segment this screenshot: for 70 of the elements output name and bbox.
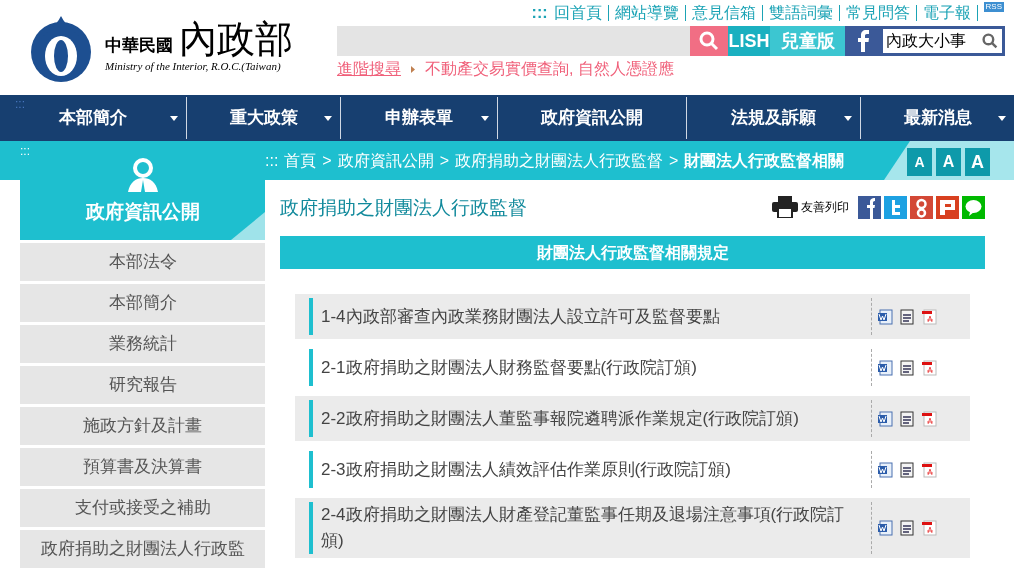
font-size-button[interactable]: A	[907, 148, 932, 176]
text-document-icon[interactable]	[899, 461, 915, 478]
pdf-document-icon[interactable]	[921, 359, 937, 376]
triangle-icon	[411, 65, 415, 73]
breadcrumb-separator: >	[439, 150, 450, 171]
text-document-icon[interactable]	[899, 359, 915, 376]
page-title: 政府捐助之財團法人行政監督	[280, 196, 527, 221]
text-document-icon[interactable]	[899, 308, 915, 325]
search-icon	[699, 31, 719, 51]
word-document-icon[interactable]	[877, 359, 893, 376]
top-link[interactable]: 電子報	[922, 1, 971, 25]
nav-item[interactable]: 法規及訴願	[687, 97, 861, 139]
sidebar-title: 政府資訊公開	[85, 200, 200, 224]
facebook-button[interactable]	[845, 26, 880, 56]
document-link[interactable]: 1-4內政部審查內政業務財團法人設立許可及監督要點	[321, 303, 846, 330]
word-document-icon[interactable]	[877, 308, 893, 325]
sidebar-item[interactable]: 支付或接受之補助	[20, 489, 265, 527]
news-marquee[interactable]: 不動產交易實價查詢, 自然人憑證應	[425, 57, 674, 81]
search-icon	[982, 33, 998, 49]
word-document-icon[interactable]	[877, 461, 893, 478]
font-size-button[interactable]: A	[965, 148, 990, 176]
font-size-button[interactable]: A	[936, 148, 961, 176]
facebook-icon	[856, 30, 869, 52]
sidebar-item[interactable]: 研究報告	[20, 366, 265, 404]
pdf-document-icon[interactable]	[921, 410, 937, 427]
nav-item[interactable]: 最新消息	[861, 97, 1014, 139]
pdf-document-icon[interactable]	[921, 308, 937, 325]
sidebar-item[interactable]: 本部簡介	[20, 284, 265, 322]
logo-subtitle: Ministry of the Interior, R.O.C.(Taiwan)	[105, 59, 282, 75]
section-header: 財團法人行政監督相關規定	[280, 236, 985, 269]
document-link[interactable]: 2-3政府捐助之財團法人績效評估作業原則(行政院訂頒)	[321, 456, 846, 483]
breadcrumb-separator: >	[669, 150, 679, 171]
advanced-search-link[interactable]: 進階搜尋	[337, 57, 401, 81]
menu-marker: :::	[20, 145, 30, 157]
nav-item[interactable]: 政府資訊公開	[498, 97, 687, 139]
twitter-icon[interactable]	[884, 195, 907, 219]
menu-marker: :::	[15, 98, 25, 110]
facebook-icon[interactable]	[858, 195, 881, 219]
nav-item[interactable]: 申辦表單	[341, 97, 498, 139]
print-link[interactable]: 友善列印	[801, 198, 849, 216]
site-search-field[interactable]: 內政大小事	[880, 26, 1005, 56]
printer-icon[interactable]	[772, 196, 798, 218]
word-document-icon[interactable]	[877, 410, 893, 427]
pdf-document-icon[interactable]	[921, 520, 937, 536]
sidebar-item[interactable]: 預算書及決算書	[20, 448, 265, 486]
logo-text: 內政部	[179, 20, 293, 59]
nav-item[interactable]: 重大政策	[187, 97, 341, 139]
rss-badge[interactable]: RSS	[983, 2, 1004, 12]
text-document-icon[interactable]	[899, 520, 915, 536]
document-link[interactable]: 2-2政府捐助之財團法人董監事報院遴聘派作業規定(行政院訂頒)	[321, 405, 846, 432]
logo-text: 中華民國	[105, 37, 173, 55]
breadcrumb-marker: :::	[265, 150, 279, 171]
pdf-document-icon[interactable]	[921, 461, 937, 478]
document-link[interactable]: 2-4政府捐助之財團法人財產登記董監事任期及退場注意事項(行政院訂頒)	[321, 502, 846, 554]
google-plus-icon[interactable]	[910, 195, 933, 219]
top-link[interactable]: 意見信箱	[691, 1, 756, 25]
top-link[interactable]: 雙語詞彙	[768, 1, 833, 25]
top-link[interactable]: 常見問答	[845, 1, 910, 25]
top-link[interactable]: 網站導覽	[614, 1, 679, 25]
search-field[interactable]	[337, 26, 690, 56]
sidebar-item[interactable]: 施政方針及計畫	[20, 407, 265, 445]
breadcrumb-separator: >	[322, 150, 332, 171]
document-link[interactable]: 2-1政府捐助之財團法人財務監督要點(行政院訂頒)	[321, 354, 846, 381]
plurk-icon[interactable]	[936, 195, 959, 219]
sidebar-item[interactable]: 政府捐助之財團法人行政監	[20, 530, 265, 568]
sidebar-item[interactable]: 業務統計	[20, 325, 265, 363]
sidebar-item[interactable]: 本部法令	[20, 243, 265, 281]
search-button[interactable]	[690, 26, 728, 56]
text-document-icon[interactable]	[899, 410, 915, 427]
word-document-icon[interactable]	[877, 520, 893, 536]
